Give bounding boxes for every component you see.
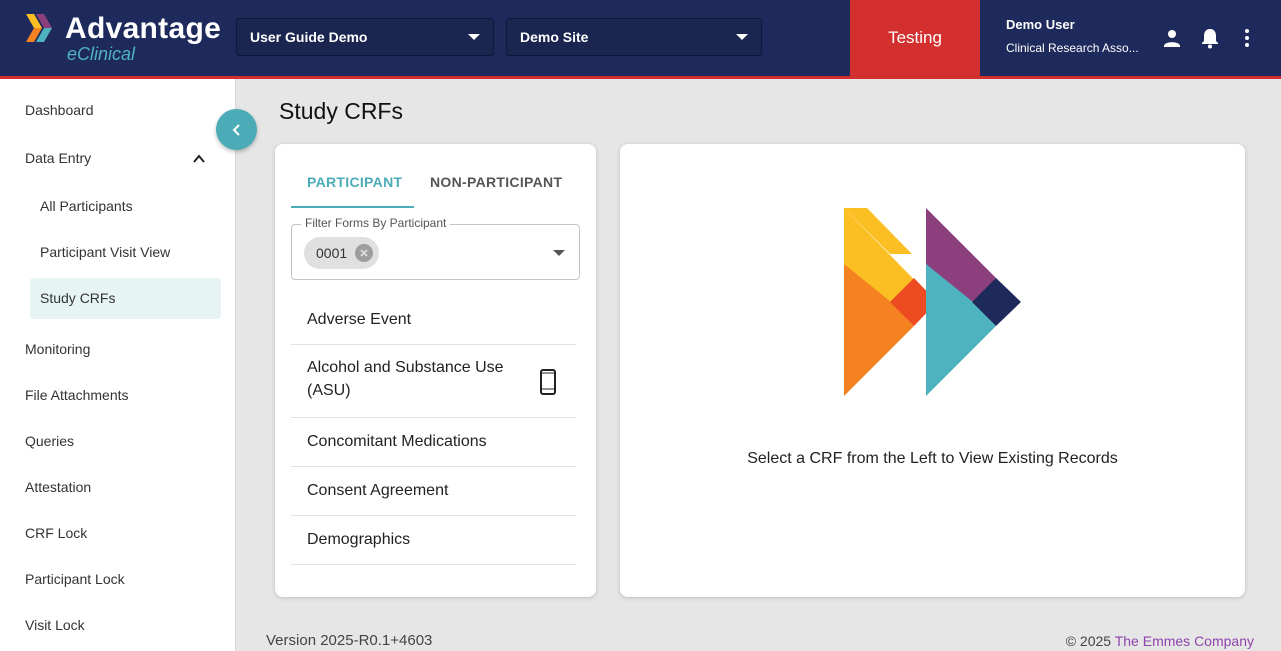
company-link[interactable]: The Emmes Company <box>1115 633 1254 649</box>
crf-list-panel: PARTICIPANT NON-PARTICIPANT Filter Forms… <box>275 144 596 597</box>
environment-label: Testing <box>888 28 942 47</box>
sidebar: Dashboard Data Entry All Participants Pa… <box>0 79 236 651</box>
user-name: Demo User <box>1006 17 1075 32</box>
advantage-logo: Advantage eClinical <box>26 12 226 66</box>
crf-item-label: Adverse Event <box>307 311 412 328</box>
study-select[interactable]: User Guide Demo <box>236 18 494 56</box>
copyright-notice: © 2025 The Emmes Company <box>1066 633 1254 649</box>
crf-item-concomitant-medications[interactable]: Concomitant Medications <box>291 418 576 467</box>
site-select[interactable]: Demo Site <box>506 18 762 56</box>
sidebar-item-label: Data Entry <box>25 150 92 166</box>
caret-down-icon <box>468 34 480 40</box>
filter-label: Filter Forms By Participant <box>301 216 451 230</box>
crf-item-label: Alcohol and Substance Use <box>307 359 504 376</box>
tab-participant[interactable]: PARTICIPANT <box>307 174 402 190</box>
sidebar-item-attestation[interactable]: Attestation <box>0 479 236 495</box>
caret-down-icon <box>553 250 565 256</box>
crf-item-alcohol-substance-use[interactable]: Alcohol and Substance Use (ASU) <box>291 345 576 418</box>
page-title: Study CRFs <box>279 98 403 124</box>
sidebar-item-crf-lock[interactable]: CRF Lock <box>0 525 236 541</box>
more-vertical-icon[interactable] <box>1235 26 1259 50</box>
logo-title: Advantage <box>65 12 222 45</box>
crf-item-demographics[interactable]: Demographics <box>291 516 576 565</box>
empty-state-message: Select a CRF from the Left to View Exist… <box>747 450 1118 467</box>
chip-label: 0001 <box>316 245 348 261</box>
crf-item-consent-agreement[interactable]: Consent Agreement <box>291 467 576 516</box>
logo-subtitle: eClinical <box>67 44 136 64</box>
sidebar-item-queries[interactable]: Queries <box>0 433 236 449</box>
sidebar-item-all-participants[interactable]: All Participants <box>0 198 236 214</box>
environment-badge: Testing <box>850 0 980 76</box>
sidebar-item-monitoring[interactable]: Monitoring <box>0 341 236 357</box>
crf-item-label: Consent Agreement <box>307 482 449 499</box>
sidebar-item-data-entry[interactable]: Data Entry <box>0 150 236 166</box>
crf-detail-panel: Select a CRF from the Left to View Exist… <box>620 144 1245 597</box>
sidebar-item-participant-visit-view[interactable]: Participant Visit View <box>0 244 236 260</box>
mobile-phone-icon <box>540 369 556 395</box>
participant-filter-select[interactable]: Filter Forms By Participant 0001 <box>291 216 580 280</box>
copyright-text: © 2025 <box>1065 633 1112 649</box>
active-tab-indicator <box>291 206 414 208</box>
participant-chip: 0001 <box>304 237 380 269</box>
chevron-left-icon <box>232 123 240 136</box>
site-select-value: Demo Site <box>520 29 589 45</box>
version-label: Version 2025-R0.1+4603 <box>266 632 433 649</box>
top-header: Advantage eClinical User Guide Demo Demo… <box>0 0 1281 76</box>
sidebar-item-dashboard[interactable]: Dashboard <box>0 102 236 118</box>
chip-remove-icon[interactable] <box>355 244 374 262</box>
user-info: Demo User Clinical Research Asso... <box>1006 17 1139 55</box>
crf-item-label: Concomitant Medications <box>307 433 487 450</box>
advantage-logo-icon <box>844 208 1021 396</box>
user-profile-icon[interactable] <box>1160 26 1184 50</box>
logo-arrows-icon <box>26 14 52 42</box>
sidebar-item-file-attachments[interactable]: File Attachments <box>0 387 236 403</box>
sidebar-item-participant-lock[interactable]: Participant Lock <box>0 571 236 587</box>
caret-down-icon <box>736 34 748 40</box>
crf-item-label: Demographics <box>307 531 411 548</box>
crf-item-adverse-event[interactable]: Adverse Event <box>291 296 576 345</box>
study-select-value: User Guide Demo <box>250 29 368 45</box>
collapse-sidebar-button[interactable] <box>216 109 257 150</box>
user-role: Clinical Research Asso... <box>1006 41 1139 55</box>
sidebar-item-visit-lock[interactable]: Visit Lock <box>0 617 236 633</box>
tab-non-participant[interactable]: NON-PARTICIPANT <box>430 174 562 190</box>
sidebar-item-study-crfs[interactable]: Study CRFs <box>0 290 236 306</box>
crf-item-label-line2: (ASU) <box>307 382 351 399</box>
chevron-up-icon[interactable] <box>192 152 206 166</box>
bell-icon[interactable] <box>1198 26 1222 50</box>
